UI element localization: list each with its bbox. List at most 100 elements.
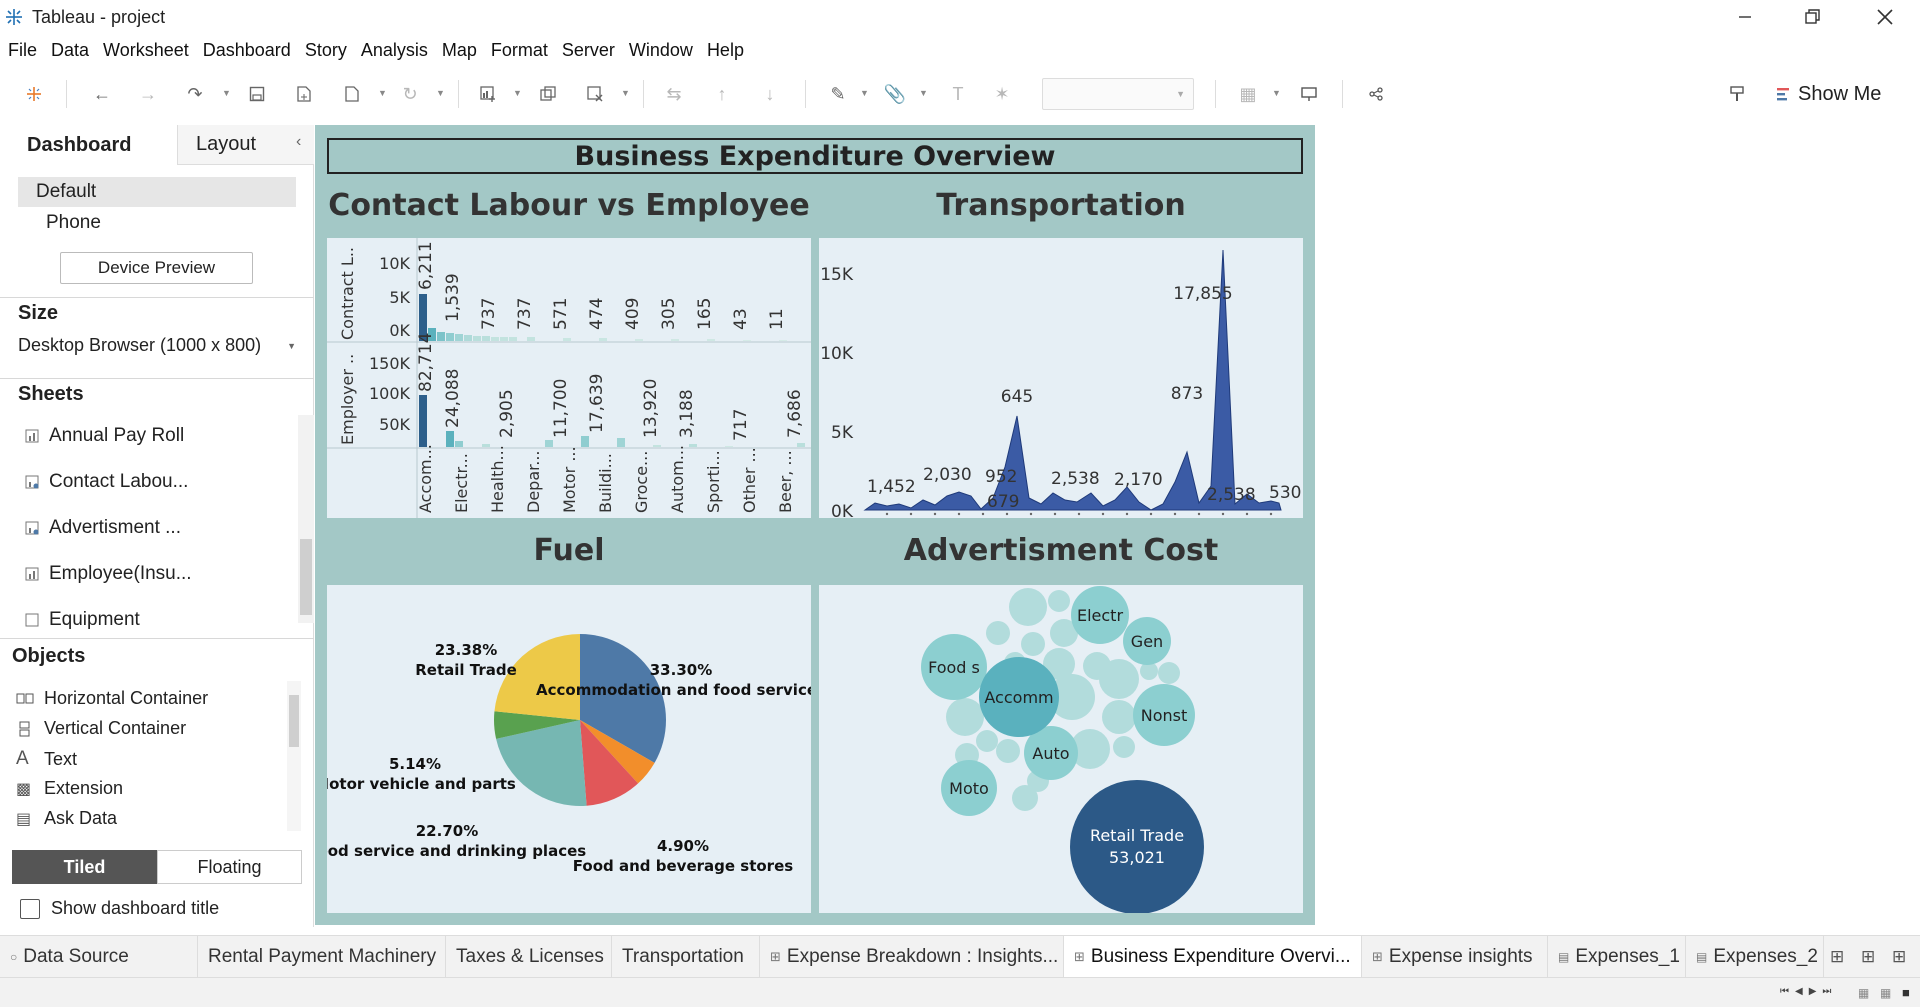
object-vertical-container[interactable]: Vertical Container: [16, 718, 186, 739]
tab-dashboard[interactable]: Dashboard: [0, 125, 178, 165]
sort-descending-icon[interactable]: ↓: [758, 82, 782, 106]
bubble-label: Food s: [928, 658, 980, 677]
sheet-item[interactable]: Equipment: [25, 609, 140, 631]
new-dashboard-tab-icon[interactable]: ⊞: [1861, 947, 1875, 967]
sheet-item[interactable]: Annual Pay Roll: [25, 425, 184, 447]
collapse-pane-icon[interactable]: ‹: [296, 133, 301, 151]
sheet-tab[interactable]: Rental Payment Machinery: [198, 936, 446, 978]
dashboard-tab-active[interactable]: ⊞ Business Expenditure Overvi...: [1064, 936, 1362, 978]
tiled-toggle[interactable]: Tiled: [12, 850, 157, 884]
object-horizontal-container[interactable]: Horizontal Container: [16, 688, 208, 709]
device-preview-button[interactable]: Device Preview: [60, 252, 253, 284]
redo-icon[interactable]: →: [136, 82, 160, 106]
share-icon[interactable]: [1364, 82, 1388, 106]
group-members-icon[interactable]: 📎: [883, 82, 907, 106]
replay-icon[interactable]: ↷: [183, 82, 207, 106]
device-default[interactable]: Default: [18, 177, 296, 207]
tab-navigation-arrows[interactable]: ⏮◀▶⏭: [1780, 986, 1837, 997]
object-extension[interactable]: ▩ Extension: [16, 778, 123, 799]
tableau-logo-icon: [6, 9, 22, 25]
bubble: [1009, 588, 1047, 626]
bar: [689, 444, 697, 447]
advert-chart[interactable]: Electr Gen Food s Accomm Nonst Auto Moto…: [819, 585, 1303, 914]
tableau-home-icon[interactable]: [22, 82, 46, 106]
tab-layout[interactable]: Layout ‹: [178, 125, 314, 165]
story-tab[interactable]: ▤ Expenses_2: [1686, 936, 1824, 978]
slice-pct-label: 22.70%: [416, 822, 478, 840]
restore-button[interactable]: [1778, 0, 1848, 34]
sheet-item[interactable]: Employee(Insu...: [25, 563, 192, 585]
pane-tabs: Dashboard Layout ‹: [0, 125, 314, 165]
show-me-button[interactable]: Show Me: [1776, 80, 1881, 108]
worksheet-icon: [25, 429, 39, 443]
swap-rows-columns-icon[interactable]: ⇆: [662, 82, 686, 106]
category-label: Sporti...: [704, 450, 723, 513]
new-story-tab-icon[interactable]: ⊞: [1892, 947, 1906, 967]
new-worksheet-tab-icon[interactable]: ⊞: [1830, 947, 1844, 967]
data-label: 873: [1171, 384, 1203, 404]
new-worksheet-icon[interactable]: [476, 82, 500, 106]
transport-chart-svg: 15K 10K 5K 0K 1,452 2,030 952 645 679 2,…: [820, 249, 1301, 522]
sorter-view-icon[interactable]: ▦: [1880, 986, 1891, 1000]
sheet-item[interactable]: Advertisment ...: [25, 517, 181, 539]
tabs-view-icon[interactable]: ■: [1902, 985, 1910, 1000]
menu-format[interactable]: Format: [491, 40, 548, 61]
menu-window[interactable]: Window: [629, 40, 693, 61]
menu-worksheet[interactable]: Worksheet: [103, 40, 189, 61]
worksheet-icon: [25, 475, 39, 489]
object-ask-data[interactable]: ▤ Ask Data: [16, 808, 117, 829]
device-phone[interactable]: Phone: [46, 212, 101, 234]
sort-ascending-icon[interactable]: ↑: [710, 82, 734, 106]
size-dropdown[interactable]: Desktop Browser (1000 x 800) ▼: [18, 331, 298, 359]
show-cards-icon[interactable]: ▦: [1236, 82, 1260, 106]
dashboard-tab[interactable]: ⊞ Expense Breakdown : Insights...: [760, 936, 1064, 978]
show-mark-labels-icon[interactable]: T: [946, 82, 970, 106]
new-data-source-icon[interactable]: [292, 82, 316, 106]
transport-chart[interactable]: 15K 10K 5K 0K 1,452 2,030 952 645 679 2,…: [819, 238, 1303, 522]
highlight-icon[interactable]: ✎: [826, 82, 850, 106]
menu-analysis[interactable]: Analysis: [361, 40, 428, 61]
story-tab[interactable]: ▤ Expenses_1: [1548, 936, 1686, 978]
close-button[interactable]: [1850, 0, 1920, 34]
data-label: 43: [731, 308, 751, 330]
pause-updates-icon[interactable]: [340, 82, 364, 106]
filmstrip-view-icon[interactable]: ▦: [1858, 986, 1869, 1000]
bar: [527, 337, 535, 341]
fit-dropdown[interactable]: ▼: [1042, 78, 1194, 110]
bubble: [1099, 659, 1139, 699]
data-label: 679: [987, 492, 1019, 512]
fuel-chart[interactable]: 23.38% Retail Trade 33.30% Accommodation…: [308, 585, 826, 913]
dashboard-tab[interactable]: ⊞ Expense insights: [1362, 936, 1548, 978]
objects-scrollbar[interactable]: [287, 681, 301, 831]
sheet-tab[interactable]: Transportation: [612, 936, 760, 978]
menu-file[interactable]: File: [8, 40, 37, 61]
category-label: Other ...: [740, 447, 759, 513]
show-dashboard-title-checkbox[interactable]: Show dashboard title: [20, 898, 219, 919]
bar: [482, 336, 490, 341]
fix-axes-icon[interactable]: ✶: [990, 82, 1014, 106]
sheets-scrollbar[interactable]: [298, 415, 314, 623]
sheet-item[interactable]: Contact Labou...: [25, 471, 188, 493]
bar: [455, 334, 463, 341]
contact-chart[interactable]: Contract L.. Employer .. 10K 5K 0K 150K …: [327, 238, 811, 518]
menu-data[interactable]: Data: [51, 40, 89, 61]
sheet-tab[interactable]: Taxes & Licenses: [446, 936, 612, 978]
duplicate-sheet-icon[interactable]: [536, 82, 560, 106]
menu-map[interactable]: Map: [442, 40, 477, 61]
tab-data-source[interactable]: ○ Data Source: [0, 936, 198, 978]
clear-sheet-icon[interactable]: [583, 82, 607, 106]
tick-label: 150K: [369, 354, 411, 373]
menu-story[interactable]: Story: [305, 40, 347, 61]
menu-server[interactable]: Server: [562, 40, 615, 61]
presentation-mode-icon[interactable]: [1297, 82, 1321, 106]
format-painter-icon[interactable]: [1726, 82, 1750, 106]
save-icon[interactable]: [245, 82, 269, 106]
menu-help[interactable]: Help: [707, 40, 744, 61]
undo-icon[interactable]: ←: [90, 82, 114, 106]
refresh-icon[interactable]: ↻: [398, 82, 422, 106]
menu-dashboard[interactable]: Dashboard: [203, 40, 291, 61]
bubble-label: Auto: [1032, 744, 1069, 763]
minimize-button[interactable]: [1710, 0, 1780, 34]
floating-toggle[interactable]: Floating: [157, 850, 302, 884]
object-text[interactable]: A Text: [16, 748, 77, 770]
